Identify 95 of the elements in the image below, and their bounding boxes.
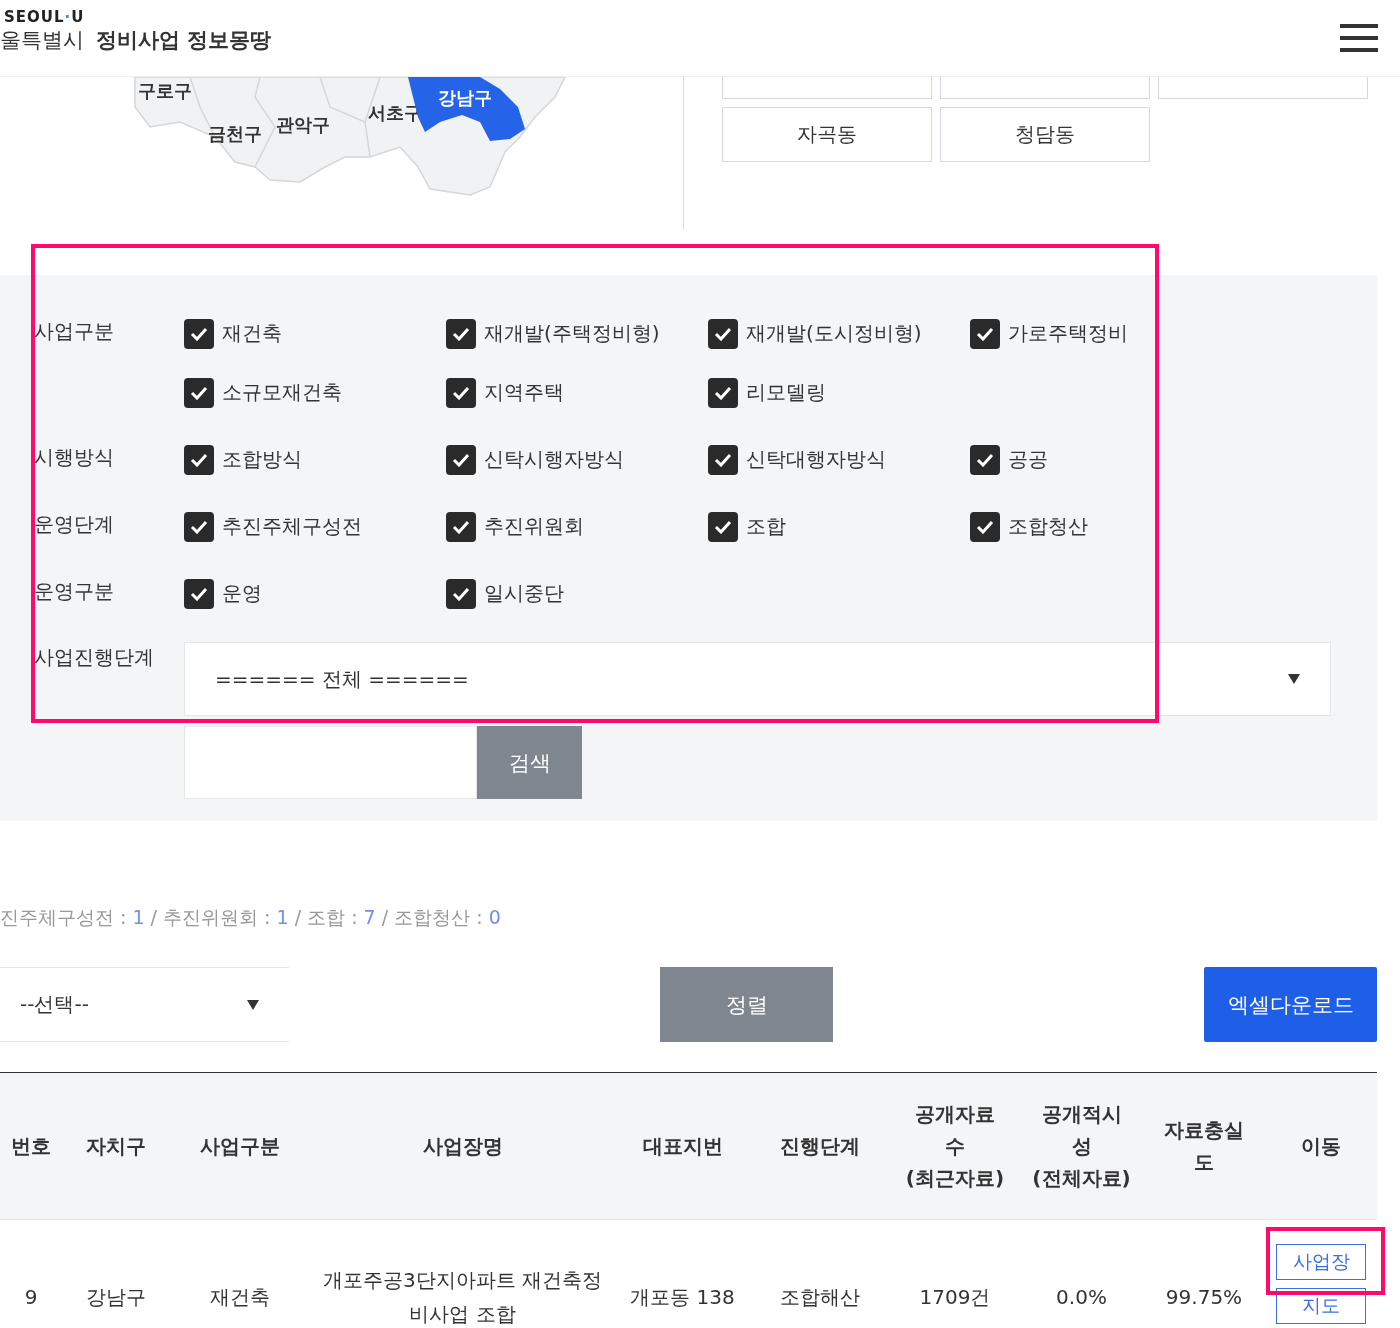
checkbox[interactable] <box>970 444 1000 475</box>
checkmark-icon <box>190 385 208 400</box>
table-cell: 조합해산 <box>780 1285 860 1309</box>
action-button[interactable]: 사업장 <box>1276 1244 1366 1280</box>
checkbox[interactable] <box>446 511 476 542</box>
checkbox-label[interactable]: 재개발(도시정비형) <box>746 320 922 347</box>
district-label[interactable]: 구로구 <box>138 80 192 101</box>
menu-icon[interactable] <box>1340 24 1378 52</box>
status-summary: 진주체구성전 : 1 / 추진위원회 : 1 / 조합 : 7 / 조합청산 : 0 <box>0 905 502 930</box>
dong-button[interactable]: 자곡동 <box>722 107 932 162</box>
column-header: 자치구 <box>86 1133 146 1160</box>
checkbox-label[interactable]: 조합청산 <box>1008 513 1088 540</box>
checkbox[interactable] <box>446 318 476 349</box>
table-cell: 개포주공3단지아파트 재건축정비사업 조합 <box>322 1268 603 1326</box>
filter-label: 운영단계 <box>34 511 115 538</box>
district-label[interactable]: 강남구 <box>438 87 492 108</box>
table-cell: 9 <box>24 1285 38 1309</box>
column-header: 사업장명 <box>422 1133 503 1160</box>
district-label[interactable]: 금천구 <box>208 123 262 144</box>
checkmark-icon <box>714 385 732 400</box>
checkbox[interactable] <box>708 511 738 542</box>
checkbox-label[interactable]: 운영 <box>222 580 262 607</box>
filter-label: 사업진행단계 <box>34 644 155 671</box>
checkmark-icon <box>190 586 208 601</box>
checkbox[interactable] <box>184 511 214 542</box>
table-cell: 1709건 <box>919 1285 991 1309</box>
checkbox[interactable] <box>184 318 214 349</box>
checkbox-label[interactable]: 공공 <box>1008 446 1048 473</box>
checkbox[interactable] <box>446 377 476 408</box>
checkmark-icon <box>452 385 470 400</box>
checkmark-icon <box>452 519 470 534</box>
dong-button[interactable]: 청담동 <box>940 107 1150 162</box>
checkmark-icon <box>714 519 732 534</box>
column-header: 진행단계 <box>780 1133 860 1160</box>
checkbox-label[interactable]: 소규모재건축 <box>222 379 342 406</box>
checkbox[interactable] <box>708 377 738 408</box>
column-header: 공개자료수 (최근자료) <box>905 1101 1005 1192</box>
checkbox-label[interactable]: 신탁시행자방식 <box>484 446 624 473</box>
checkmark-icon <box>452 326 470 341</box>
checkbox-label[interactable]: 추진주체구성전 <box>222 513 362 540</box>
site-title: 정비사업 정보몽땅 <box>96 27 272 54</box>
checkbox[interactable] <box>970 511 1000 542</box>
checkmark-icon <box>714 326 732 341</box>
checkmark-icon <box>976 519 994 534</box>
checkbox[interactable] <box>184 578 214 609</box>
checkmark-icon <box>976 326 994 341</box>
table-cell: 재건축 <box>210 1285 270 1309</box>
checkbox-label[interactable]: 일시중단 <box>484 580 564 607</box>
column-header: 공개적시성 (전체자료) <box>1032 1101 1131 1192</box>
district-label[interactable]: 관악구 <box>276 114 330 135</box>
checkbox[interactable] <box>184 444 214 475</box>
checkbox[interactable] <box>970 318 1000 349</box>
sort-button[interactable]: 정렬 <box>660 967 833 1042</box>
checkmark-icon <box>190 326 208 341</box>
column-header: 번호 <box>11 1133 51 1160</box>
checkbox[interactable] <box>708 318 738 349</box>
stage-select[interactable]: ====== 전체 ====== <box>184 642 1331 716</box>
checkbox-label[interactable]: 재건축 <box>222 320 282 347</box>
checkbox-label[interactable]: 지역주택 <box>484 379 564 406</box>
checkmark-icon <box>190 452 208 467</box>
table-cell: 개포동 138 <box>630 1285 735 1309</box>
filter-label: 시행방식 <box>34 444 115 471</box>
column-header: 자료충실도 <box>1163 1117 1245 1176</box>
checkbox-label[interactable]: 신탁대행자방식 <box>746 446 886 473</box>
search-button[interactable]: 검색 <box>477 726 582 799</box>
table-cell: 99.75% <box>1165 1285 1243 1309</box>
checkbox[interactable] <box>708 444 738 475</box>
table-cell: 강남구 <box>86 1285 146 1309</box>
column-header: 사업구분 <box>200 1133 280 1160</box>
checkbox-label[interactable]: 재개발(주택정비형) <box>484 320 660 347</box>
checkbox-label[interactable]: 추진위원회 <box>484 513 584 540</box>
checkbox-label[interactable]: 조합 <box>746 513 786 540</box>
checkbox[interactable] <box>446 578 476 609</box>
checkmark-icon <box>976 452 994 467</box>
checkbox-label[interactable]: 조합방식 <box>222 446 302 473</box>
caret-icon <box>247 999 259 1010</box>
checkmark-icon <box>190 519 208 534</box>
filter-label: 운영구분 <box>34 578 115 605</box>
checkbox-label[interactable]: 리모델링 <box>746 379 826 406</box>
excel-download-button[interactable]: 엑셀다운로드 <box>1204 967 1377 1042</box>
checkmark-icon <box>714 452 732 467</box>
checkbox[interactable] <box>184 377 214 408</box>
checkmark-icon <box>452 452 470 467</box>
sort-select[interactable]: --선택-- <box>0 967 289 1042</box>
logo: SEOUL·U <box>3 8 86 26</box>
table-cell: 0.0% <box>1056 1285 1107 1309</box>
search-field[interactable] <box>184 726 477 799</box>
city-name: 울특별시 <box>0 27 84 54</box>
column-header: 대표지번 <box>642 1133 723 1160</box>
checkmark-icon <box>452 586 470 601</box>
caret-icon <box>1288 674 1300 684</box>
checkbox[interactable] <box>446 444 476 475</box>
checkbox-label[interactable]: 가로주택정비 <box>1008 320 1128 347</box>
column-header: 이동 <box>1301 1133 1341 1160</box>
filter-label: 사업구분 <box>34 318 115 345</box>
